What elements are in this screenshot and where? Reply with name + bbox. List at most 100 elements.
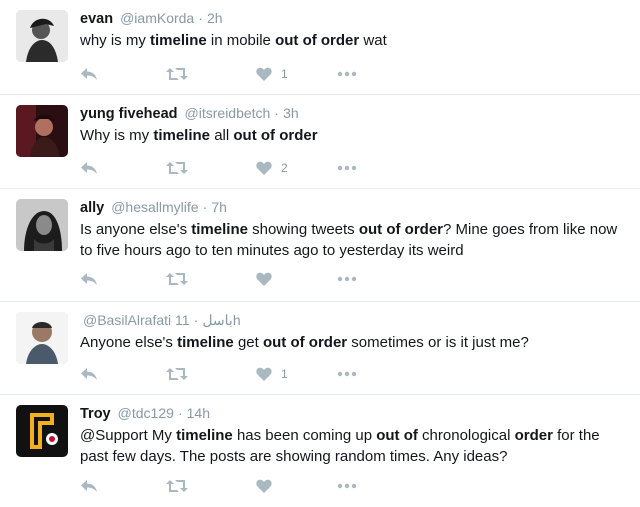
like-button[interactable]: 1: [256, 363, 288, 385]
heart-icon: [256, 367, 272, 381]
avatar[interactable]: [16, 312, 68, 364]
reply-icon: [81, 273, 97, 285]
avatar[interactable]: [16, 199, 68, 251]
reply-icon: [81, 162, 97, 174]
username[interactable]: @hesallmylife: [111, 199, 198, 215]
text-segment: in mobile: [206, 32, 276, 49]
retweet-icon: [166, 273, 188, 285]
retweet-button[interactable]: [166, 268, 188, 290]
display-name[interactable]: Troy: [80, 406, 111, 422]
retweet-button[interactable]: [166, 475, 188, 497]
tweet-header: yung fivehead @itsreidbetch · 3h: [80, 103, 628, 124]
separator-dot: ·: [202, 199, 208, 215]
retweet-icon: [166, 68, 188, 80]
reply-button[interactable]: [80, 63, 98, 85]
reply-icon: [81, 368, 97, 380]
like-button[interactable]: 1: [256, 63, 288, 85]
tweet-text: Why is my timeline all out of order: [80, 125, 628, 146]
tweet-item[interactable]: @BasilAlrafati باسل · 11h Anyone else's …: [0, 302, 640, 395]
highlighted-term: timeline: [150, 32, 207, 49]
tweet-item[interactable]: ally @hesallmylife · 7h Is anyone else's…: [0, 189, 640, 302]
text-segment: Why is my: [80, 127, 154, 144]
text-segment: Is anyone else's: [80, 221, 192, 238]
heart-icon: [256, 479, 272, 493]
more-options-button[interactable]: [337, 157, 357, 179]
timestamp[interactable]: 14h: [187, 405, 210, 421]
avatar[interactable]: [16, 10, 68, 62]
text-segment: get: [233, 334, 263, 351]
highlighted-term: timeline: [191, 221, 248, 238]
separator-dot: ·: [198, 10, 203, 26]
tweet-item[interactable]: yung fivehead @itsreidbetch · 3h Why is …: [0, 95, 640, 189]
like-count: 2: [281, 161, 288, 175]
tweet-text: Anyone else's timeline get out of order …: [80, 332, 628, 353]
heart-icon: [256, 67, 272, 81]
more-dots-icon: [337, 71, 357, 77]
text-segment: Anyone else's: [80, 334, 178, 351]
reply-button[interactable]: [80, 157, 98, 179]
text-segment: has been coming up: [232, 427, 377, 444]
highlighted-term: timeline: [177, 334, 234, 351]
retweet-button[interactable]: [166, 63, 188, 85]
separator-dot: ·: [177, 405, 183, 421]
heart-icon: [256, 161, 272, 175]
text-segment: all: [210, 127, 234, 144]
text-segment: why is my: [80, 32, 151, 49]
separator-dot: ·: [274, 105, 280, 121]
tweet-header: @BasilAlrafati باسل · 11h: [80, 310, 628, 331]
display-name[interactable]: yung fivehead: [80, 106, 178, 122]
reply-button[interactable]: [80, 363, 98, 385]
tweet-item[interactable]: Troy @tdc129 · 14h @Support My timeline …: [0, 395, 640, 507]
highlighted-term: timeline: [176, 427, 233, 444]
more-dots-icon: [337, 276, 357, 282]
like-button[interactable]: 2: [256, 157, 288, 179]
highlighted-term: out of order: [275, 32, 360, 49]
retweet-button[interactable]: [166, 157, 188, 179]
tweet-header: ally @hesallmylife · 7h: [80, 197, 628, 218]
tweet-header: evan @iamKorda · 2h: [80, 8, 628, 29]
username[interactable]: @BasilAlrafati باسل: [83, 312, 233, 328]
more-options-button[interactable]: [337, 363, 357, 385]
retweet-icon: [166, 480, 188, 492]
highlighted-term: out of: [376, 427, 418, 444]
separator-dot: ·: [193, 312, 199, 328]
like-count: 1: [281, 67, 288, 81]
text-segment: showing tweets: [247, 221, 359, 238]
tweet-header: Troy @tdc129 · 14h: [80, 403, 628, 424]
like-count: 1: [281, 367, 288, 381]
more-dots-icon: [337, 165, 357, 171]
highlighted-term: out of order: [358, 221, 443, 238]
tweet-feed: evan @iamKorda · 2h why is my timeline i…: [0, 0, 640, 507]
reply-icon: [81, 480, 97, 492]
more-options-button[interactable]: [337, 475, 357, 497]
retweet-button[interactable]: [166, 363, 188, 385]
display-name[interactable]: ally: [80, 200, 104, 216]
like-button[interactable]: [256, 475, 281, 497]
reply-button[interactable]: [80, 475, 98, 497]
highlighted-term: out of order: [233, 127, 318, 144]
username[interactable]: @iamKorda: [120, 10, 194, 26]
avatar[interactable]: [16, 105, 68, 157]
avatar[interactable]: [16, 405, 68, 457]
more-options-button[interactable]: [337, 268, 357, 290]
username[interactable]: @itsreidbetch: [185, 105, 271, 121]
more-options-button[interactable]: [337, 63, 357, 85]
username[interactable]: @tdc129: [118, 405, 174, 421]
text-segment: chronological: [417, 427, 515, 444]
display-name[interactable]: evan: [80, 11, 113, 27]
timestamp[interactable]: 2h: [207, 10, 223, 26]
text-segment: sometimes or is it just me?: [347, 334, 529, 351]
highlighted-term: out of order: [262, 334, 348, 351]
highlighted-term: order: [514, 427, 553, 444]
highlighted-term: timeline: [153, 127, 211, 144]
timestamp[interactable]: 7h: [211, 199, 227, 215]
tweet-item[interactable]: evan @iamKorda · 2h why is my timeline i…: [0, 0, 640, 95]
reply-button[interactable]: [80, 268, 98, 290]
retweet-icon: [166, 162, 188, 174]
timestamp[interactable]: 3h: [283, 105, 299, 121]
retweet-icon: [166, 368, 188, 380]
like-button[interactable]: [256, 268, 281, 290]
tweet-text: why is my timeline in mobile out of orde…: [80, 30, 628, 51]
text-segment: wat: [359, 32, 387, 49]
reply-icon: [81, 68, 97, 80]
